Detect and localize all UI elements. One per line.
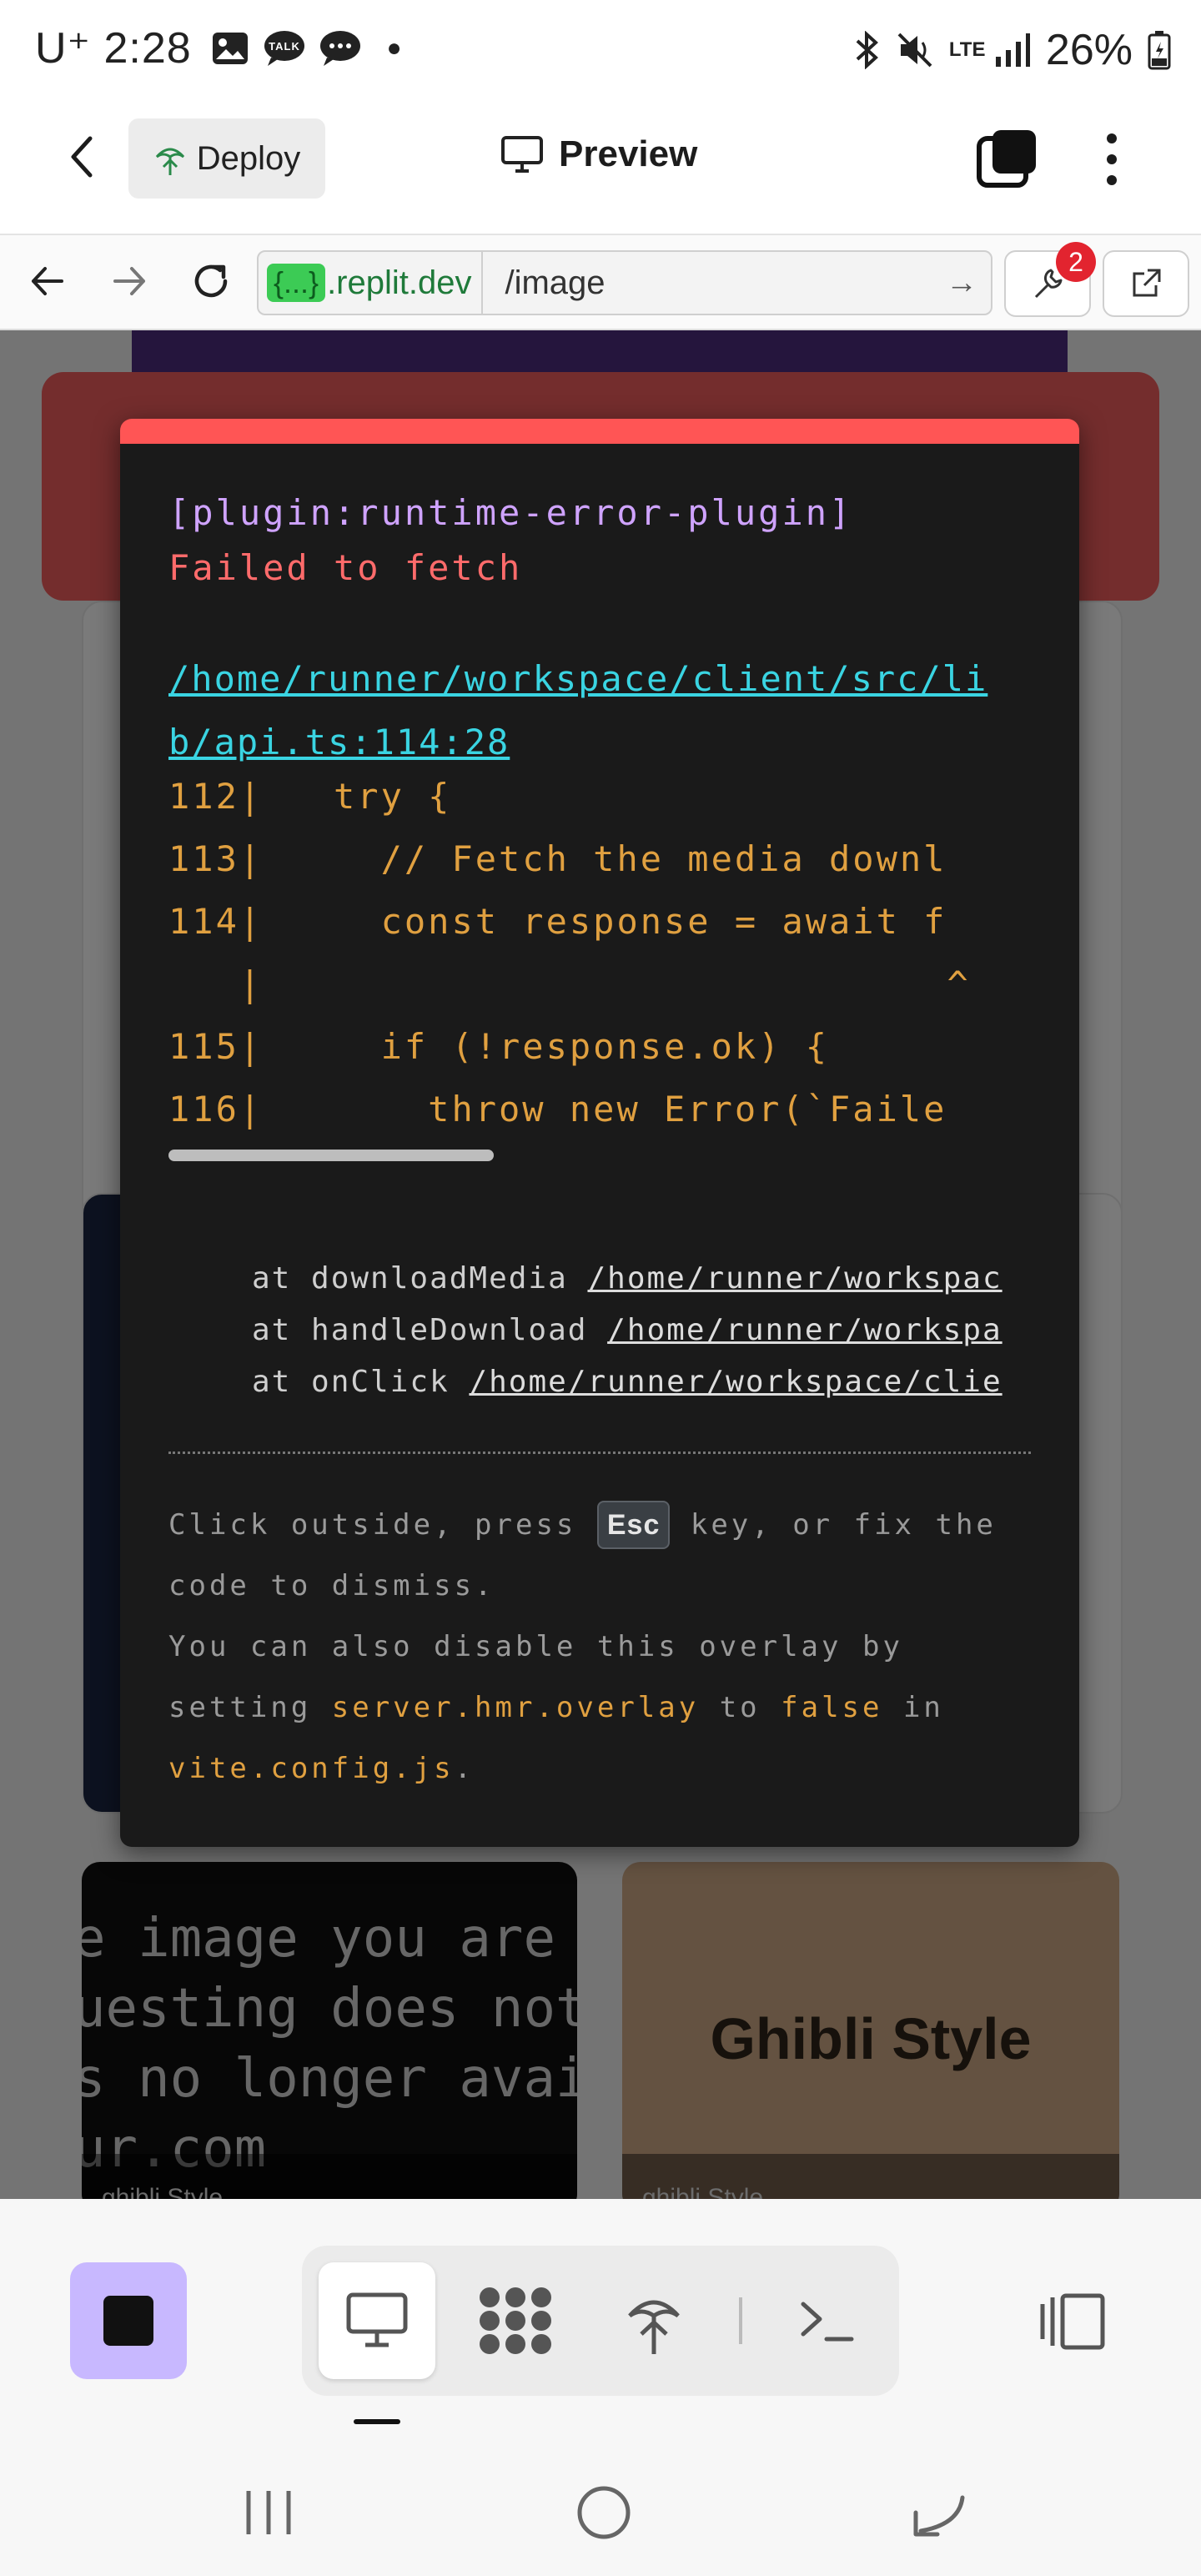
open-external-icon — [1133, 269, 1161, 297]
code-line: 116 | throw new Error(`Faile — [168, 1089, 947, 1130]
monitor-icon — [501, 136, 543, 173]
svg-text:TALK: TALK — [269, 40, 300, 53]
nav-back-icon[interactable] — [909, 2491, 969, 2541]
config-file: vite.config.js — [168, 1752, 455, 1785]
clock: 2:28 — [103, 24, 192, 73]
stack-row: at onClick /home/runner/workspace/clie — [252, 1365, 1003, 1399]
deploy-tool-button[interactable] — [595, 2262, 712, 2379]
bottom-toolbar — [0, 2199, 1201, 2449]
network-type: LTE — [948, 38, 986, 61]
stack-trace: at downloadMedia /home/runner/workspac a… — [252, 1261, 1053, 1416]
go-arrow-icon[interactable]: → — [932, 265, 991, 301]
home-icon[interactable] — [575, 2484, 632, 2541]
url-path[interactable]: /image — [483, 264, 932, 302]
desktop-tool-icon — [346, 2292, 408, 2347]
tool-divider — [739, 2297, 742, 2344]
apps-tool-button[interactable] — [457, 2262, 574, 2379]
reload-icon[interactable] — [188, 259, 234, 304]
code-frame: 112 | try { 113 | // Fetch the media downl… — [168, 776, 1036, 1143]
more-vertical-icon[interactable] — [1099, 130, 1124, 189]
mute-icon — [897, 33, 932, 68]
terminal-tool-button[interactable] — [769, 2262, 886, 2379]
dismiss-tip: Click outside, press Esc key, or fix the… — [168, 1495, 1044, 1799]
desktop-tool-button[interactable] — [319, 2262, 435, 2379]
talk-notification-icon: TALK — [264, 31, 304, 66]
url-host: {...} .replit.dev — [259, 252, 484, 314]
setting-name: server.hmr.overlay — [331, 1691, 700, 1724]
tool-switcher — [302, 2246, 899, 2396]
deploy-button[interactable]: Deploy — [128, 118, 325, 199]
stop-icon — [103, 2296, 153, 2346]
esc-key: Esc — [596, 1501, 671, 1549]
gallery-notification-icon — [213, 33, 249, 64]
carrier-label: U⁺ — [35, 24, 91, 73]
stack-row: at handleDownload /home/runner/workspa — [252, 1313, 1003, 1347]
stack-link[interactable]: /home/runner/workspac — [587, 1261, 1002, 1296]
setting-value: false — [781, 1691, 883, 1724]
bluetooth-icon — [856, 31, 878, 69]
code-line: 115 | if (!response.ok) { — [168, 1026, 830, 1067]
browser-back-icon[interactable] — [28, 262, 67, 300]
code-line: 112 | try { — [168, 776, 452, 817]
deploy-icon — [155, 148, 184, 175]
active-tool-indicator — [354, 2419, 400, 2424]
status-right-group: LTE 26% — [852, 25, 1171, 75]
battery-percent: 26% — [1045, 26, 1133, 74]
system-nav-bar — [0, 2449, 1201, 2576]
preview-title[interactable]: Preview — [500, 133, 697, 175]
code-line: 113 | // Fetch the media downl — [168, 838, 947, 879]
deploy-label: Deploy — [196, 139, 301, 177]
split-view-icon[interactable] — [1038, 2291, 1108, 2352]
overlay-divider — [168, 1452, 1031, 1454]
terminal-icon — [801, 2302, 854, 2342]
stack-row: at downloadMedia /home/runner/workspac — [252, 1261, 1003, 1296]
browser-forward-icon[interactable] — [110, 262, 148, 300]
error-count-badge: 2 — [1056, 242, 1096, 282]
plugin-name: [plugin:runtime-error-plugin] — [168, 492, 853, 533]
code-scrollbar[interactable] — [168, 1150, 494, 1161]
deploy-tool-icon — [628, 2300, 680, 2354]
battery-icon — [1148, 31, 1171, 70]
status-time: U⁺ 2:28 TALK ● — [35, 24, 403, 73]
app-top-bar: Deploy Preview — [0, 108, 1201, 235]
url-input[interactable]: {...} .replit.dev /image → — [257, 250, 992, 315]
preview-label: Preview — [559, 133, 698, 174]
back-arrow-icon[interactable] — [65, 132, 98, 182]
browser-address-bar: {...} .replit.dev /image → 2 — [0, 235, 1201, 330]
status-bar: U⁺ 2:28 TALK ● LTE 26% — [0, 0, 1201, 108]
overlay-accent-bar — [120, 419, 1079, 444]
signal-icon — [995, 33, 1030, 67]
devtools-button[interactable]: 2 — [1004, 242, 1096, 317]
stop-button[interactable] — [70, 2262, 187, 2379]
error-file-link[interactable]: /home/runner/workspace/client/src/lib/ap… — [168, 647, 1011, 774]
code-line: 114 | const response = await f — [168, 901, 947, 942]
host-text: .replit.dev — [327, 264, 472, 301]
stack-link[interactable]: /home/runner/workspa — [607, 1313, 1002, 1347]
apps-tool-icon — [480, 2287, 551, 2354]
open-external-button[interactable] — [1103, 250, 1189, 317]
recent-apps-icon[interactable] — [242, 2486, 295, 2539]
layers-icon[interactable] — [976, 128, 1039, 189]
error-message: Failed to fetch — [168, 547, 523, 588]
message-notification-icon — [320, 31, 361, 66]
stack-link[interactable]: /home/runner/workspace/clie — [469, 1365, 1002, 1399]
host-badge: {...} — [267, 264, 326, 302]
error-overlay: [plugin:runtime-error-plugin] Failed to … — [120, 419, 1079, 1847]
code-line: | ^ — [239, 963, 971, 1004]
